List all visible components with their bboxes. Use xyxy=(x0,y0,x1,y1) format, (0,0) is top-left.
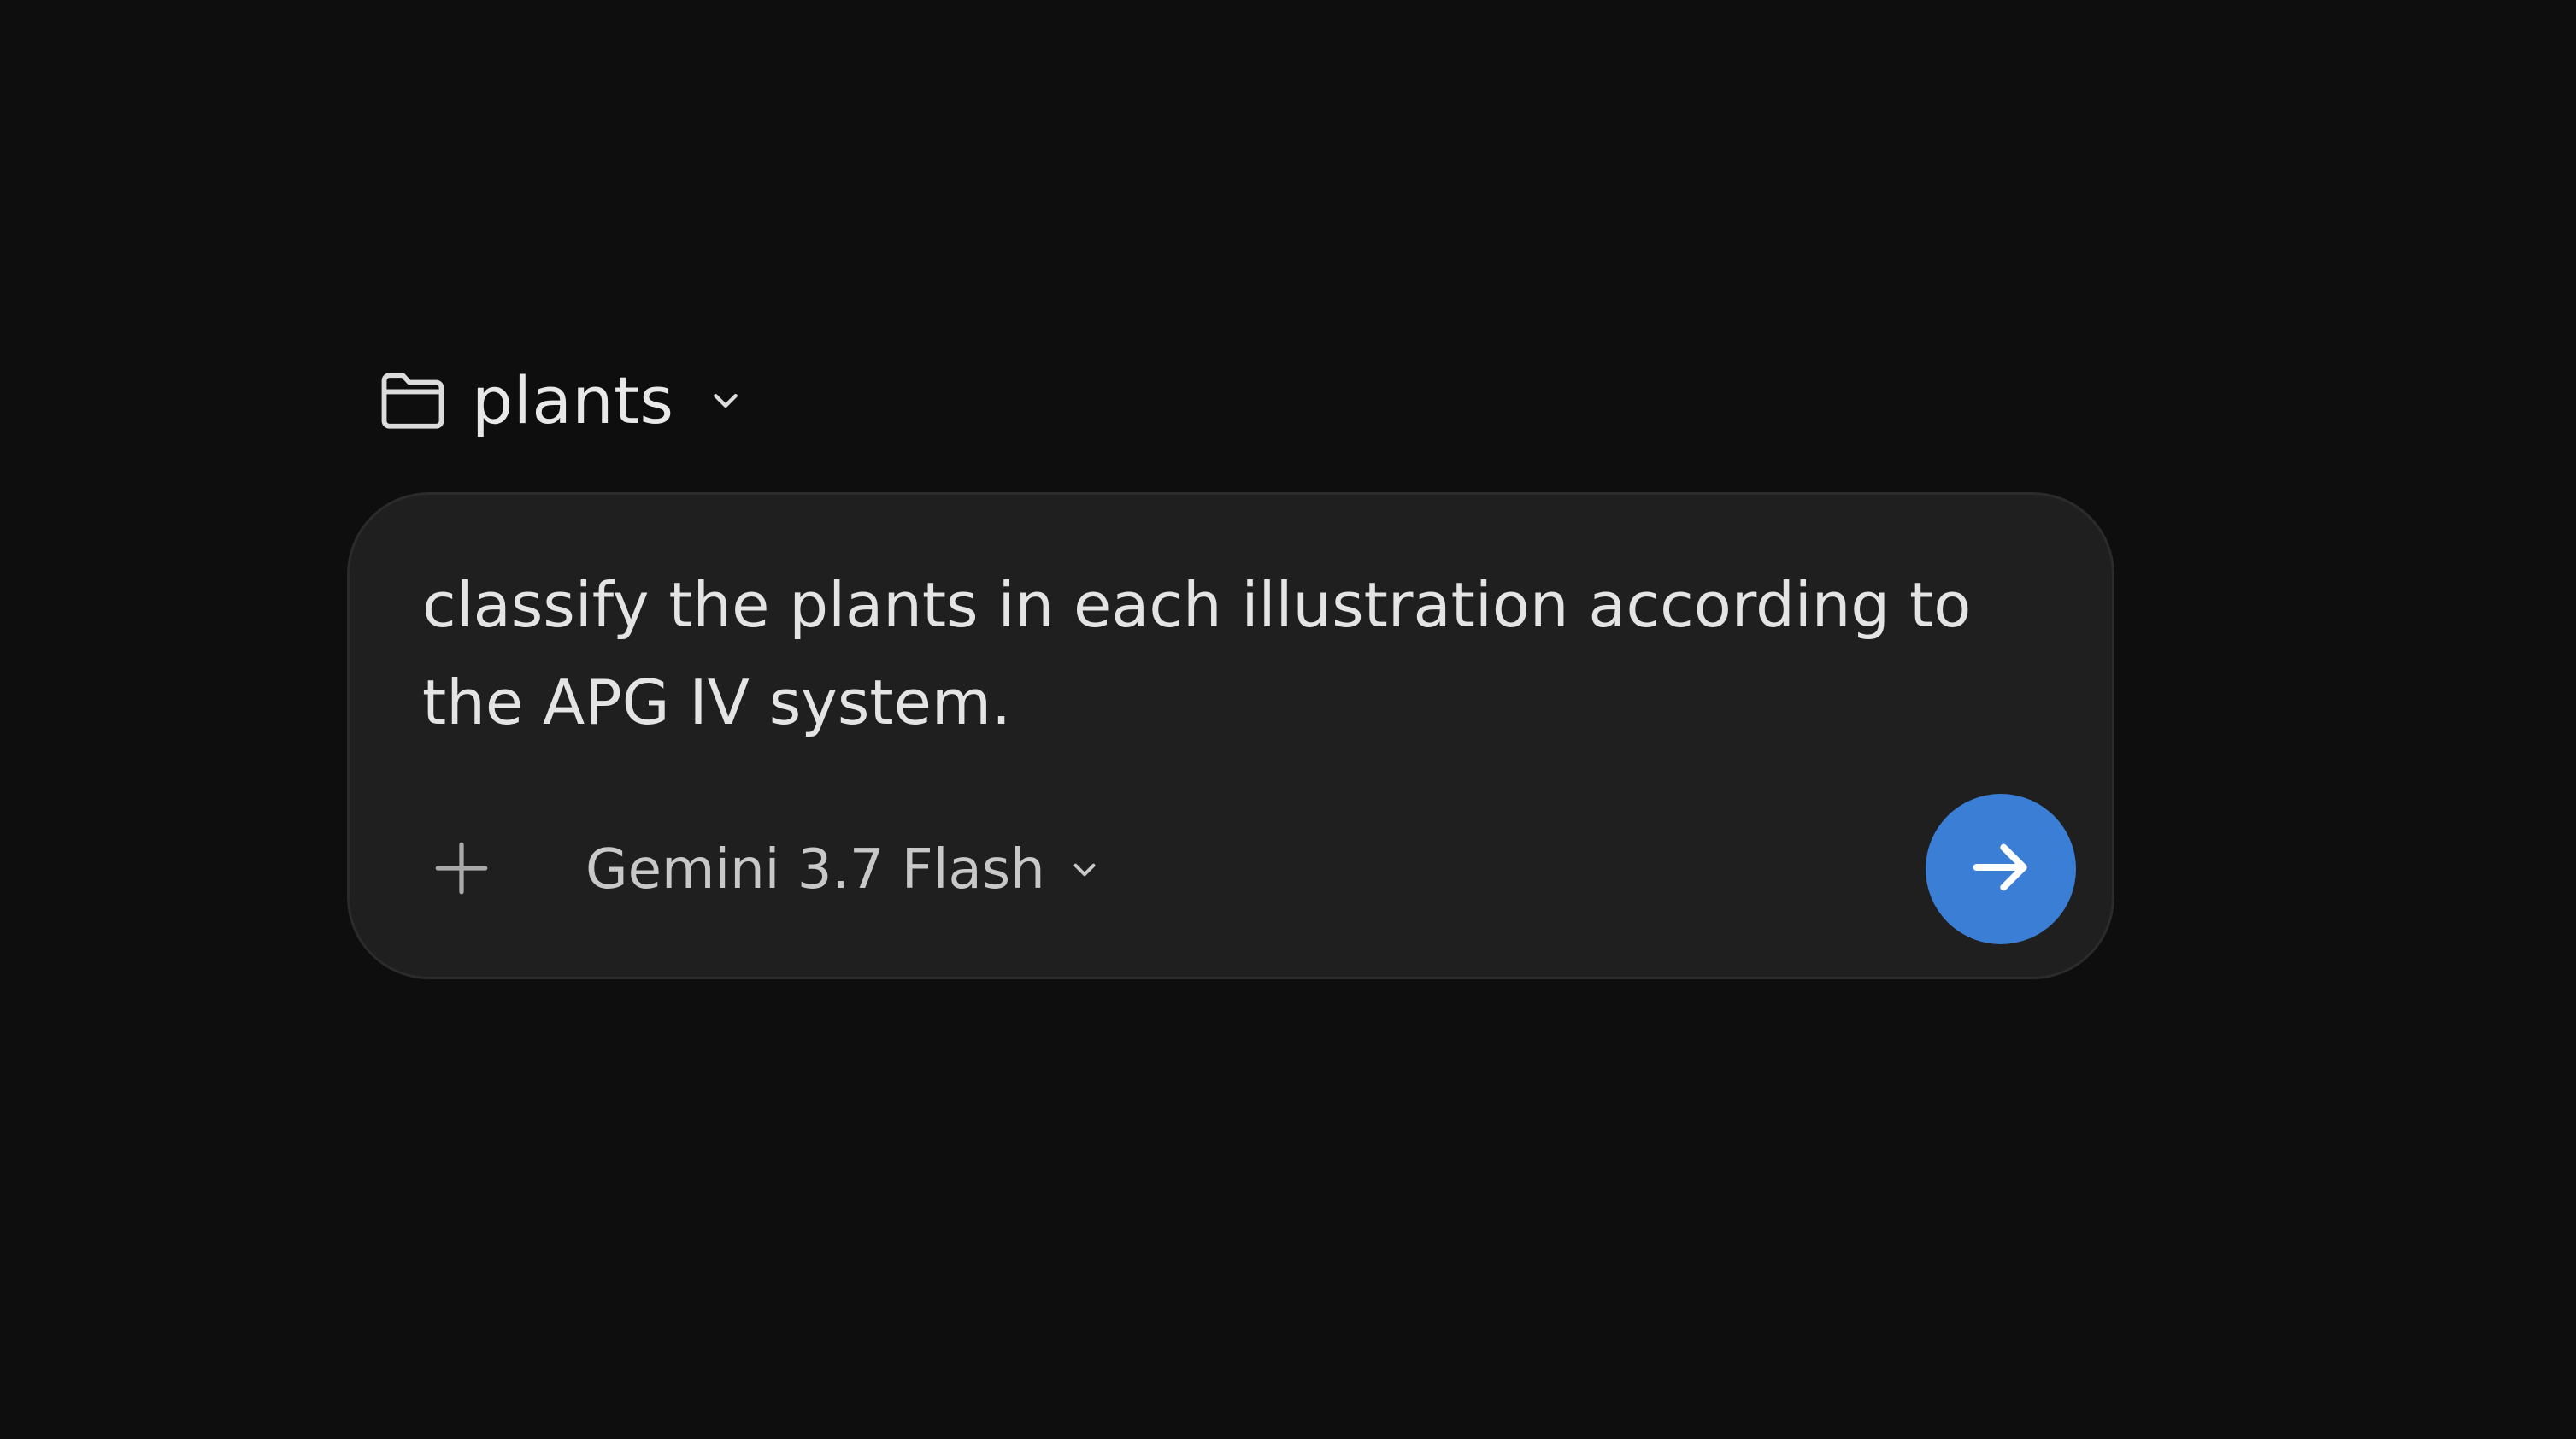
folder-icon xyxy=(378,370,448,432)
model-label: Gemini 3.7 Flash xyxy=(585,838,1045,902)
model-selector[interactable]: Gemini 3.7 Flash xyxy=(585,831,1100,908)
add-attachment-button[interactable] xyxy=(423,831,500,908)
project-selector[interactable]: plants xyxy=(378,357,743,444)
prompt-input[interactable]: classify the plants in each illustration… xyxy=(422,556,2063,751)
send-button[interactable] xyxy=(1926,794,2076,944)
chevron-down-icon xyxy=(1069,855,1100,885)
arrow-right-icon xyxy=(1967,833,2035,905)
chevron-down-icon xyxy=(709,384,743,418)
prompt-composer: classify the plants in each illustration… xyxy=(347,492,2114,979)
project-name: plants xyxy=(472,362,674,438)
plus-icon xyxy=(432,838,491,902)
